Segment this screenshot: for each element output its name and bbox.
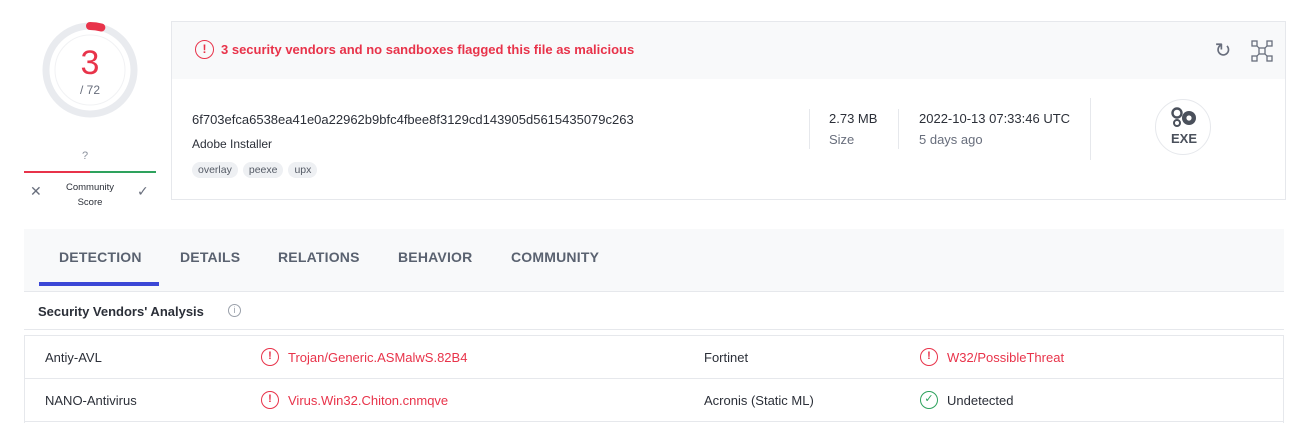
x-icon[interactable]: ✕ [30,183,42,200]
analysis-date: 2022-10-13 07:33:46 UTC [919,111,1071,126]
file-summary-card: ! 3 security vendors and no sandboxes fl… [171,21,1286,200]
tab-details[interactable]: DETAILS [180,249,240,265]
vendor-results-table: Antiy-AVL ! Trojan/Generic.ASMalwS.82B4 … [24,335,1284,423]
tag-peexe[interactable]: peexe [242,162,284,178]
file-name: Adobe Installer [192,137,273,151]
detection-score-gauge: 3 / 72 [40,20,140,120]
file-size-label: Size [829,132,855,147]
tag-upx[interactable]: upx [288,162,318,178]
detection-alert-banner: ! 3 security vendors and no sandboxes fl… [172,22,1285,79]
community-score-value: ? [82,150,89,162]
check-icon[interactable]: ✓ [137,183,149,200]
detection-count: 3 [80,44,100,82]
vendor-name: Fortinet [704,350,749,365]
divider [898,109,899,149]
vendor-result: Trojan/Generic.ASMalwS.82B4 [288,350,468,365]
file-size-value: 2.73 MB [829,111,878,126]
gears-icon [1171,107,1196,127]
file-type-label: EXE [1170,131,1197,146]
check-circle-icon: ✓ [920,391,938,409]
vendor-result: Undetected [947,393,1014,408]
alert-circle-icon: ! [261,391,279,409]
tab-relations[interactable]: RELATIONS [278,249,360,265]
info-icon[interactable]: i [228,304,241,317]
divider [1090,98,1091,160]
divider [809,109,810,149]
tab-behavior[interactable]: BEHAVIOR [398,249,472,265]
report-tabs: DETECTION DETAILS RELATIONS BEHAVIOR COM… [24,229,1284,292]
file-type-badge: EXE [1155,99,1211,155]
table-row: Antiy-AVL ! Trojan/Generic.ASMalwS.82B4 … [25,336,1283,379]
vendor-name: Antiy-AVL [45,350,102,365]
alert-circle-icon: ! [920,348,938,366]
vendor-result: W32/PossibleThreat [947,350,1065,365]
section-title: Security Vendors' Analysis [38,304,204,319]
tag-overlay[interactable]: overlay [192,162,238,178]
active-tab-indicator [39,282,159,286]
file-tags: overlay peexe upx [192,162,318,178]
vendor-name: NANO-Antivirus [45,393,137,408]
alert-circle-icon: ! [195,40,214,59]
tab-detection[interactable]: DETECTION [59,249,142,265]
vendors-section-header: Security Vendors' Analysis i [24,293,1284,330]
table-row: NANO-Antivirus ! Virus.Win32.Chiton.cnmq… [25,379,1283,422]
reanalyze-icon[interactable]: ↻ [1212,40,1234,62]
alert-message: 3 security vendors and no sandboxes flag… [221,42,635,57]
community-score-label-line2: Score [77,197,103,208]
engine-total: / 72 [79,83,100,97]
tab-community[interactable]: COMMUNITY [511,249,599,265]
analysis-date-relative: 5 days ago [919,132,983,147]
community-score-label-line1: Community [65,182,115,193]
alert-circle-icon: ! [261,348,279,366]
graph-view-icon[interactable] [1251,40,1273,62]
community-positive-bar [90,171,156,173]
vendor-name: Acronis (Static ML) [704,393,814,408]
file-hash[interactable]: 6f703efca6538ea41e0a22962b9bfc4fbee8f312… [192,112,634,127]
community-negative-bar [24,171,90,173]
vendor-result: Virus.Win32.Chiton.cnmqve [288,393,449,408]
community-score-label: Community Score [55,180,125,210]
